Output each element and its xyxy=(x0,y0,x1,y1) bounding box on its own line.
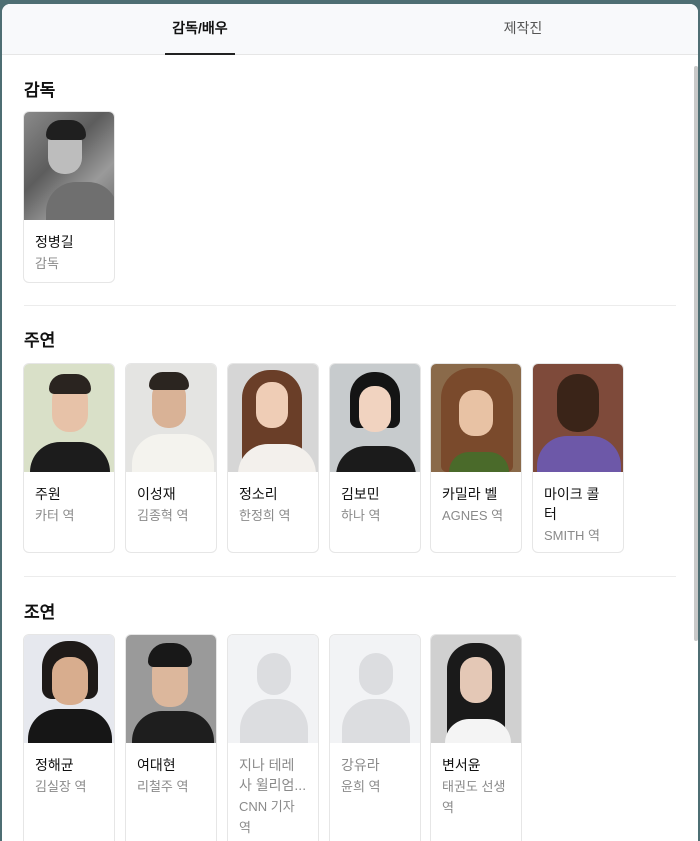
person-photo xyxy=(228,364,318,472)
section-title-lead: 주연 xyxy=(24,331,56,350)
person-card[interactable]: 강유라 윤희 역 xyxy=(329,634,421,841)
person-name: 마이크 콜 터 xyxy=(544,486,600,522)
tab-crew[interactable]: 제작진 xyxy=(490,4,556,55)
cast-panel: 감독/배우 제작진 감독 정병길 감독 주연 주원 카터 역 이성재 김종혁 역… xyxy=(2,4,698,841)
person-card[interactable]: 지나 테레사 윌리엄... CNN 기자 역 xyxy=(227,634,319,841)
section-title-supporting: 조연 xyxy=(24,603,56,622)
person-role: SMITH 역 xyxy=(544,528,601,543)
person-name: 정해균 xyxy=(35,757,74,773)
person-name: 김보민 xyxy=(341,486,380,502)
person-role: AGNES 역 xyxy=(442,508,504,523)
person-name: 변서윤 xyxy=(442,757,481,773)
person-photo xyxy=(330,364,420,472)
person-card[interactable]: 김보민 하나 역 xyxy=(329,363,421,553)
default-avatar-icon xyxy=(330,635,420,743)
person-name: 강유라 xyxy=(341,757,380,773)
person-role: 리철주 역 xyxy=(137,779,189,794)
tab-cast[interactable]: 감독/배우 xyxy=(165,4,235,55)
person-card[interactable]: 정해균 김실장 역 xyxy=(23,634,115,841)
person-card[interactable]: 여대현 리철주 역 xyxy=(125,634,217,841)
person-role: CNN 기자 역 xyxy=(239,799,295,835)
person-card[interactable]: 변서윤 태권도 선생 역 xyxy=(430,634,522,841)
person-role: 감독 xyxy=(35,256,59,271)
person-role: 카터 역 xyxy=(35,508,75,523)
person-role: 태권도 선생 역 xyxy=(442,779,506,815)
person-card[interactable]: 주원 카터 역 xyxy=(23,363,115,553)
person-name: 정소리 xyxy=(239,486,278,502)
person-photo xyxy=(431,635,521,743)
person-photo xyxy=(533,364,623,472)
person-role: 김실장 역 xyxy=(35,779,87,794)
person-role: 김종혁 역 xyxy=(137,508,189,523)
person-card[interactable]: 이성재 김종혁 역 xyxy=(125,363,217,553)
scrollbar[interactable] xyxy=(694,66,698,641)
person-photo xyxy=(126,364,216,472)
person-photo xyxy=(24,112,114,220)
section-divider xyxy=(24,576,676,577)
person-role: 한정희 역 xyxy=(239,508,291,523)
person-photo xyxy=(126,635,216,743)
person-name: 지나 테레사 윌리엄... xyxy=(239,757,307,793)
person-name: 여대현 xyxy=(137,757,176,773)
person-card[interactable]: 정소리 한정희 역 xyxy=(227,363,319,553)
person-role: 하나 역 xyxy=(341,508,381,523)
person-photo xyxy=(431,364,521,472)
person-name: 주원 xyxy=(35,486,61,502)
section-title-director: 감독 xyxy=(24,81,56,100)
section-divider xyxy=(24,305,676,306)
person-photo xyxy=(24,364,114,472)
person-role: 윤희 역 xyxy=(341,779,381,794)
person-name: 카밀라 벨 xyxy=(442,486,498,502)
tab-bar: 감독/배우 제작진 xyxy=(2,4,698,55)
person-name: 이성재 xyxy=(137,486,176,502)
person-card-director[interactable]: 정병길 감독 xyxy=(23,111,115,283)
person-card[interactable]: 카밀라 벨 AGNES 역 xyxy=(430,363,522,553)
default-avatar-icon xyxy=(228,635,318,743)
person-card[interactable]: 마이크 콜 터 SMITH 역 xyxy=(532,363,624,553)
person-name: 정병길 xyxy=(35,234,74,250)
person-photo xyxy=(24,635,114,743)
